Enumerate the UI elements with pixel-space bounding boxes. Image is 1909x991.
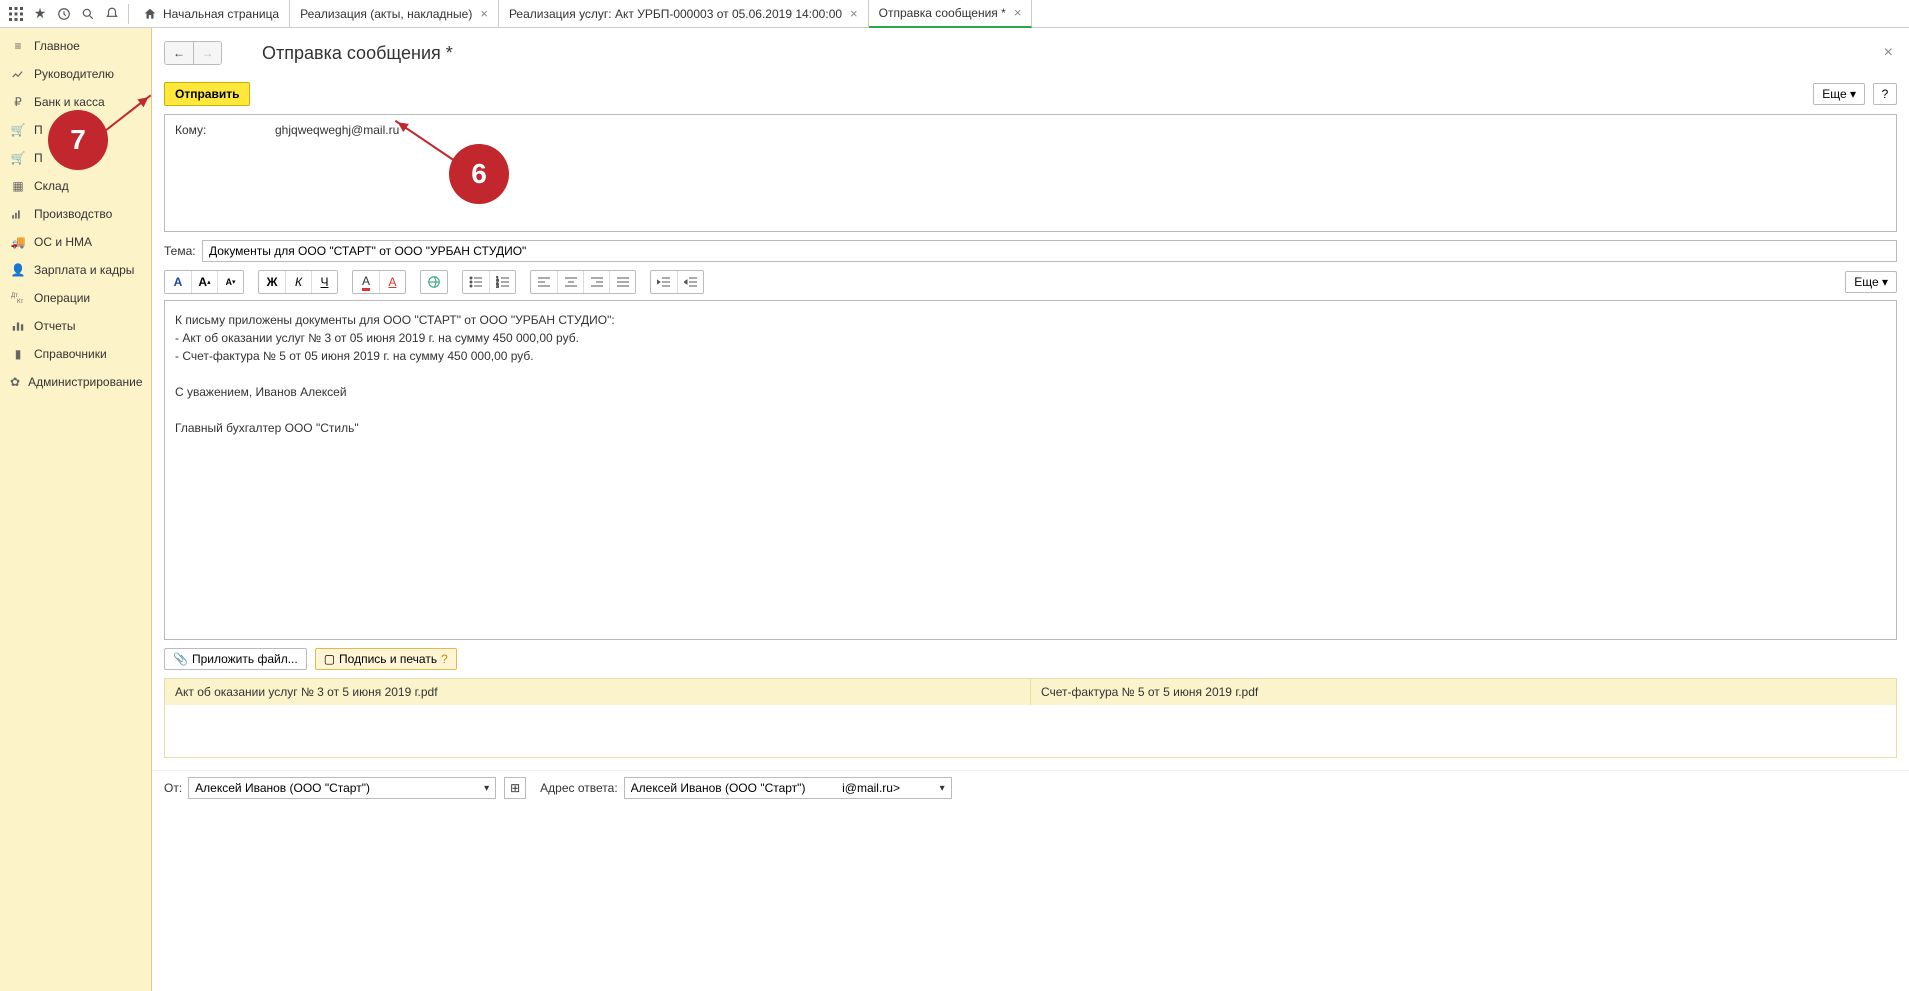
bars-icon: [10, 318, 26, 334]
reply-input[interactable]: [624, 777, 934, 799]
underline-button[interactable]: Ч: [311, 271, 337, 293]
to-value[interactable]: ghjqweqweghj@mail.ru: [269, 115, 1896, 231]
attachments-list: Акт об оказании услуг № 3 от 5 июня 2019…: [164, 678, 1897, 758]
help-button[interactable]: ?: [1873, 83, 1897, 105]
close-icon[interactable]: ×: [850, 6, 858, 21]
more-button[interactable]: Еще ▾: [1813, 83, 1865, 105]
recipient-box[interactable]: Кому: ghjqweqweghj@mail.ru: [164, 114, 1897, 232]
menu-icon: ≡: [10, 38, 26, 54]
tab-send-message[interactable]: Отправка сообщения * ×: [869, 0, 1033, 28]
font-shrink-button[interactable]: A▾: [217, 271, 243, 293]
reply-dropdown[interactable]: ▾: [934, 777, 952, 799]
sidebar-item-production[interactable]: Производство: [0, 200, 151, 228]
align-justify-button[interactable]: [609, 271, 635, 293]
subject-label: Тема:: [164, 244, 196, 258]
close-page-button[interactable]: ×: [1880, 40, 1897, 66]
factory-icon: [10, 206, 26, 222]
ruble-icon: ₽: [10, 94, 26, 110]
gear-icon: ✿: [10, 374, 20, 390]
message-editor[interactable]: К письму приложены документы для ООО "СТ…: [164, 300, 1897, 640]
format-more-button[interactable]: Еще ▾: [1845, 271, 1897, 293]
cart-icon: 🛒: [10, 150, 26, 166]
send-button[interactable]: Отправить: [164, 82, 250, 106]
back-button[interactable]: ←: [165, 42, 193, 64]
callout-6: 6: [449, 144, 509, 204]
top-toolbar: ★ Начальная страница Реализация (акты, н…: [0, 0, 1909, 28]
attachment-item[interactable]: Акт об оказании услуг № 3 от 5 июня 2019…: [165, 679, 1031, 705]
svg-text:Кт: Кт: [17, 299, 23, 304]
sidebar-item-manager[interactable]: Руководителю: [0, 60, 151, 88]
sidebar-item-warehouse[interactable]: ▦Склад: [0, 172, 151, 200]
reply-label: Адрес ответа:: [540, 781, 617, 795]
sidebar-item-main[interactable]: ≡Главное: [0, 32, 151, 60]
highlight-button[interactable]: А: [353, 271, 379, 293]
bold-button[interactable]: Ж: [259, 271, 285, 293]
chart-icon: [10, 66, 26, 82]
chevron-down-icon: ▾: [1850, 87, 1856, 101]
font-color-button[interactable]: A: [165, 271, 191, 293]
sidebar: ≡Главное Руководителю ₽Банк и касса 🛒П 🛒…: [0, 28, 152, 991]
tab-home-label: Начальная страница: [163, 7, 279, 21]
svg-text:3: 3: [496, 284, 499, 288]
paperclip-icon: 📎: [173, 652, 188, 666]
list-number-button[interactable]: 123: [489, 271, 515, 293]
italic-button[interactable]: К: [285, 271, 311, 293]
list-bullet-button[interactable]: [463, 271, 489, 293]
star-icon[interactable]: ★: [28, 2, 52, 26]
font-grow-button[interactable]: A▴: [191, 271, 217, 293]
sidebar-item-catalogs[interactable]: ▮Справочники: [0, 340, 151, 368]
align-center-button[interactable]: [557, 271, 583, 293]
apps-icon[interactable]: [4, 2, 28, 26]
book-icon: ▮: [10, 346, 26, 362]
close-icon[interactable]: ×: [480, 6, 488, 21]
sidebar-item-operations[interactable]: ДтКтОперации: [0, 284, 151, 312]
subject-input[interactable]: [202, 240, 1897, 262]
close-icon[interactable]: ×: [1014, 5, 1022, 20]
history-icon[interactable]: [52, 2, 76, 26]
help-icon: ?: [441, 652, 448, 666]
person-icon: 👤: [10, 262, 26, 278]
to-label: Кому:: [165, 115, 269, 231]
attach-file-button[interactable]: 📎 Приложить файл...: [164, 648, 307, 670]
chevron-down-icon: ▾: [1882, 275, 1888, 289]
text-color-button[interactable]: А: [379, 271, 405, 293]
outdent-button[interactable]: [651, 271, 677, 293]
from-picker[interactable]: ⊞: [504, 777, 526, 799]
nav-buttons: ← →: [164, 41, 222, 65]
sidebar-item-assets[interactable]: 🚚ОС и НМА: [0, 228, 151, 256]
truck-icon: 🚚: [10, 234, 26, 250]
operations-icon: ДтКт: [10, 290, 26, 306]
signature-stamp-button[interactable]: ▢ Подпись и печать ?: [315, 648, 457, 670]
align-right-button[interactable]: [583, 271, 609, 293]
tab-act[interactable]: Реализация услуг: Акт УРБП-000003 от 05.…: [499, 0, 869, 28]
search-icon[interactable]: [76, 2, 100, 26]
bell-icon[interactable]: [100, 2, 124, 26]
tab-realization[interactable]: Реализация (акты, накладные) ×: [290, 0, 499, 28]
from-input[interactable]: [188, 777, 478, 799]
align-left-button[interactable]: [531, 271, 557, 293]
sidebar-item-admin[interactable]: ✿Администрирование: [0, 368, 151, 396]
boxes-icon: ▦: [10, 178, 26, 194]
from-label: От:: [164, 781, 182, 795]
indent-button[interactable]: [677, 271, 703, 293]
footer: От: ▾ ⊞ Адрес ответа: ▾: [152, 770, 1909, 805]
attachment-item[interactable]: Счет-фактура № 5 от 5 июня 2019 г.pdf: [1031, 679, 1896, 705]
link-button[interactable]: [421, 271, 447, 293]
sidebar-item-salary[interactable]: 👤Зарплата и кадры: [0, 256, 151, 284]
tab-home[interactable]: Начальная страница: [133, 0, 290, 28]
cart-icon: 🛒: [10, 122, 26, 138]
format-toolbar: A A▴ A▾ Ж К Ч А А 123: [152, 270, 1909, 300]
sidebar-item-reports[interactable]: Отчеты: [0, 312, 151, 340]
callout-7: 7: [48, 110, 108, 170]
forward-button[interactable]: →: [193, 42, 221, 64]
from-dropdown[interactable]: ▾: [478, 777, 496, 799]
page-title: Отправка сообщения *: [262, 43, 453, 64]
main-content: ← → Отправка сообщения * × Отправить Еще…: [152, 28, 1909, 991]
stamp-icon: ▢: [324, 652, 335, 666]
